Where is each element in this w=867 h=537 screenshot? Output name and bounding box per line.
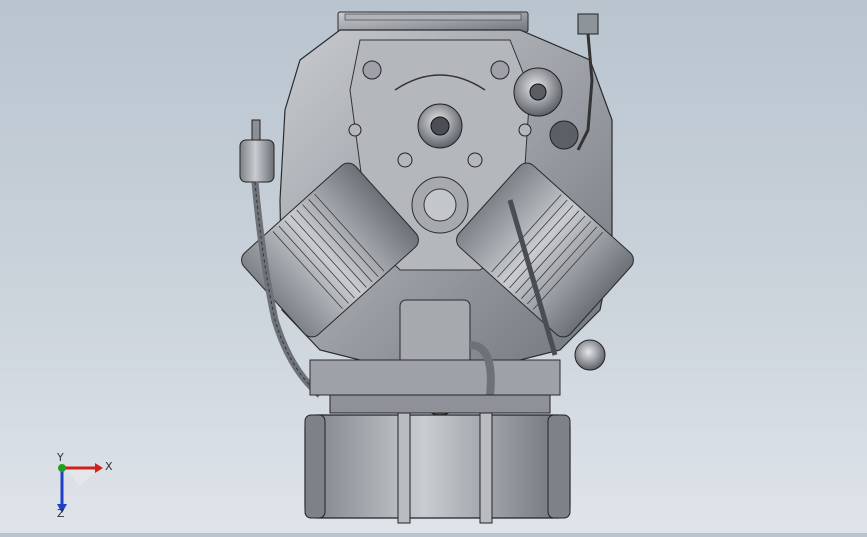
- engine-model[interactable]: [0, 0, 867, 533]
- x-axis-label: X: [105, 460, 113, 473]
- axis-triad: X Y Z: [56, 451, 113, 518]
- graphics-viewport[interactable]: X Y Z: [0, 0, 867, 533]
- top-rail: [337, 11, 529, 33]
- y-axis-dot: [58, 464, 66, 472]
- x-arrow-head: [95, 463, 103, 473]
- z-axis-label: Z: [57, 507, 65, 518]
- y-axis-label: Y: [56, 451, 64, 464]
